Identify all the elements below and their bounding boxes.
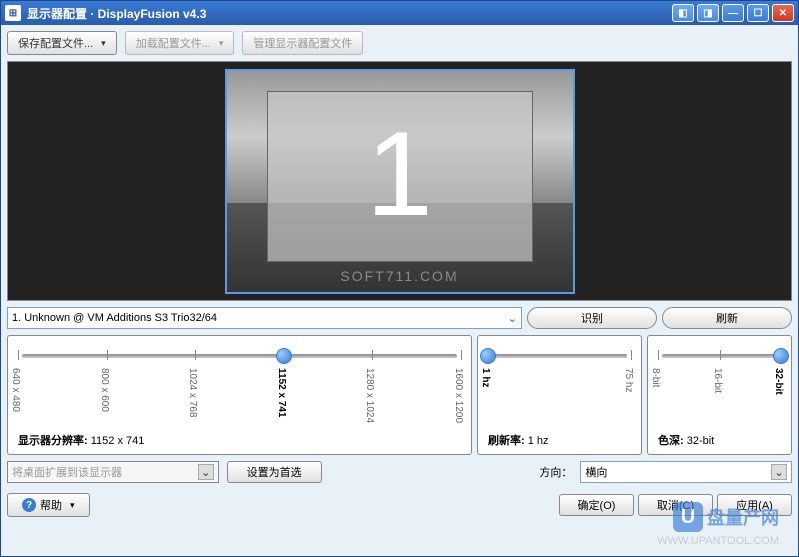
- help-button[interactable]: ? 帮助: [7, 493, 90, 517]
- monitor-selector-row: 1. Unknown @ VM Additions S3 Trio32/64 ⌄…: [7, 307, 792, 329]
- titlebar: ⊞ 显示器配置 · DisplayFusion v4.3 ◧ ◨ — ☐ ✕: [1, 1, 798, 25]
- monitor-1-preview[interactable]: 1 SOFT711.COM: [225, 69, 575, 294]
- manage-profile-label: 管理显示器配置文件: [253, 35, 352, 51]
- monitor-preview-area: 1 SOFT711.COM: [7, 61, 792, 301]
- tick-label: 8-bit: [650, 368, 661, 387]
- resolution-thumb[interactable]: [276, 348, 292, 364]
- save-profile-button[interactable]: 保存配置文件...: [7, 31, 117, 55]
- identify-button[interactable]: 识别: [527, 307, 657, 329]
- resolution-footer: 显示器分辨率: 1152 x 741: [18, 430, 461, 448]
- refresh-rate-panel: 1 hz75 hz 刷新率: 1 hz: [477, 335, 642, 455]
- extend-desktop-label: 将桌面扩展到该显示器: [12, 464, 122, 480]
- extend-desktop-select[interactable]: 将桌面扩展到该显示器 ⌄: [7, 461, 219, 483]
- apply-button[interactable]: 应用(A): [717, 494, 792, 516]
- monitor-number: 1: [366, 105, 433, 243]
- set-primary-button[interactable]: 设置为首选: [227, 461, 322, 483]
- close-button[interactable]: ✕: [772, 4, 794, 22]
- tile-right-button[interactable]: ◨: [697, 4, 719, 22]
- tick-label: 75 hz: [623, 368, 634, 392]
- refresh-rate-footer: 刷新率: 1 hz: [488, 430, 631, 448]
- chevron-down-icon: ⌄: [198, 464, 214, 480]
- sliders-row: 640 x 480 800 x 600 1024 x 768 1152 x 741 12…: [7, 335, 792, 455]
- help-label: 帮助: [40, 497, 62, 513]
- preview-watermark: SOFT711.COM: [340, 268, 458, 284]
- save-profile-label: 保存配置文件...: [18, 35, 93, 51]
- monitor-select-value: 1. Unknown @ VM Additions S3 Trio32/64: [12, 312, 217, 324]
- window: ⊞ 显示器配置 · DisplayFusion v4.3 ◧ ◨ — ☐ ✕ 保…: [0, 0, 799, 557]
- chevron-down-icon: ⌄: [771, 464, 787, 480]
- client-area: 保存配置文件... 加载配置文件... 管理显示器配置文件 1 SOFT711.…: [1, 25, 798, 556]
- extend-row: 将桌面扩展到该显示器 ⌄ 设置为首选 方向： 横向 ⌄: [7, 461, 792, 483]
- color-depth-thumb[interactable]: [773, 348, 789, 364]
- refresh-button[interactable]: 刷新: [662, 307, 792, 329]
- cancel-button[interactable]: 取消(C): [638, 494, 713, 516]
- tick-label: 1 hz: [480, 368, 491, 387]
- maximize-button[interactable]: ☐: [747, 4, 769, 22]
- resolution-slider[interactable]: 640 x 480800 x 6001024 x 7681152 x 74112…: [18, 344, 461, 430]
- orientation-label: 方向：: [539, 464, 572, 480]
- tick-label: 1600 x 1200: [453, 368, 464, 423]
- color-depth-footer: 色深: 32-bit: [658, 430, 781, 448]
- load-profile-button[interactable]: 加载配置文件...: [125, 31, 235, 55]
- tile-left-button[interactable]: ◧: [672, 4, 694, 22]
- refresh-rate-thumb[interactable]: [480, 348, 496, 364]
- toolbar: 保存配置文件... 加载配置文件... 管理显示器配置文件: [7, 31, 792, 55]
- tick-label: 1024 x 768: [187, 368, 198, 418]
- orientation-select[interactable]: 横向 ⌄: [580, 461, 792, 483]
- ok-button[interactable]: 确定(O): [559, 494, 634, 516]
- tick-label: 640 x 480: [10, 368, 21, 412]
- app-icon: ⊞: [5, 5, 21, 21]
- color-depth-slider[interactable]: 8-bit16-bit32-bit: [658, 344, 781, 430]
- resolution-panel: 640 x 480 800 x 600 1024 x 768 1152 x 741 12…: [7, 335, 472, 455]
- tick-label: 16-bit: [712, 368, 723, 393]
- minimize-button[interactable]: —: [722, 4, 744, 22]
- tick-label: 1152 x 741: [276, 368, 287, 418]
- tick-label: 1280 x 1024: [364, 368, 375, 423]
- help-icon: ?: [22, 498, 36, 512]
- load-profile-label: 加载配置文件...: [136, 35, 211, 51]
- color-depth-panel: 8-bit 16-bit 32-bit 色深: 32-bit: [647, 335, 792, 455]
- orientation-value: 横向: [585, 464, 607, 480]
- refresh-rate-slider[interactable]: 1 hz75 hz: [488, 344, 631, 430]
- manage-profile-button[interactable]: 管理显示器配置文件: [242, 31, 363, 55]
- tick-label: 800 x 600: [99, 368, 110, 412]
- action-row: ? 帮助 确定(O) 取消(C) 应用(A): [7, 493, 792, 517]
- window-title: 显示器配置 · DisplayFusion v4.3: [27, 5, 672, 22]
- chevron-down-icon: ⌄: [508, 312, 517, 325]
- monitor-select[interactable]: 1. Unknown @ VM Additions S3 Trio32/64 ⌄: [7, 307, 522, 329]
- tick-label: 32-bit: [773, 368, 784, 395]
